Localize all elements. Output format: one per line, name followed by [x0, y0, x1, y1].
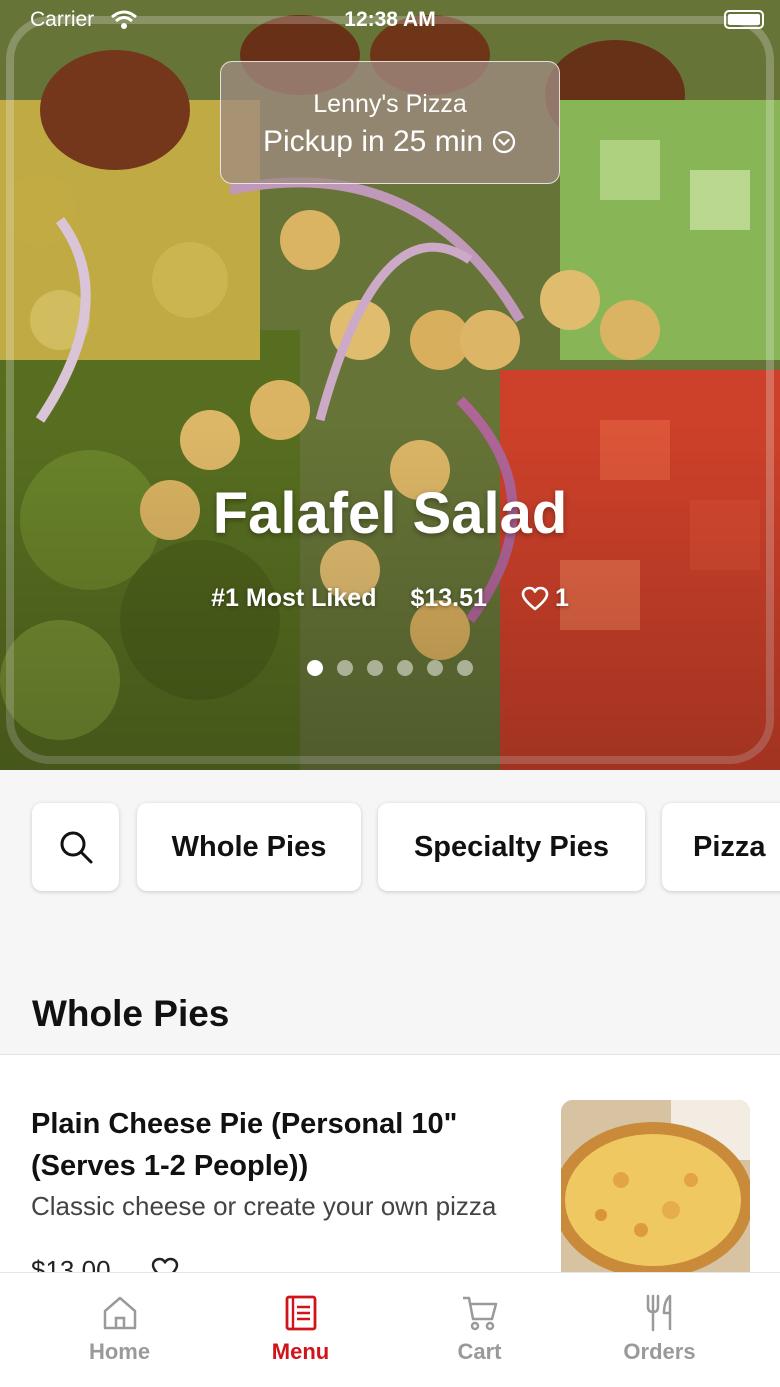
- featured-price: $13.51: [410, 584, 487, 612]
- featured-dish-meta: #1 Most Liked $13.51 1: [0, 584, 780, 613]
- search-button[interactable]: [32, 803, 119, 891]
- menu-item-photo: [561, 1100, 750, 1290]
- home-icon: [103, 1296, 136, 1330]
- section-title: Whole Pies: [32, 993, 230, 1034]
- status-bar: Carrier 12:38 AM: [0, 0, 780, 40]
- carousel-dot[interactable]: [337, 660, 353, 676]
- tab-orders[interactable]: Orders: [562, 1273, 757, 1387]
- carousel-dot[interactable]: [367, 660, 383, 676]
- tab-cart[interactable]: Cart: [382, 1273, 577, 1387]
- hero-banner[interactable]: Carrier 12:38 AM Lenny's Pizza Pickup in…: [0, 0, 780, 770]
- category-chip-pizza[interactable]: Pizza: [662, 803, 780, 891]
- tab-home-label: Home: [88, 1339, 151, 1364]
- cart-icon: [462, 1296, 497, 1331]
- tab-cart-label: Cart: [457, 1339, 502, 1364]
- menu-item-description: Classic cheese or create your own pizza: [31, 1191, 497, 1221]
- featured-dish-title: Falafel Salad: [212, 481, 568, 546]
- carousel-dots[interactable]: [0, 660, 780, 676]
- chevron-down-circle-icon: [492, 130, 516, 154]
- tab-home[interactable]: Home: [22, 1273, 217, 1387]
- pickup-selector[interactable]: Lenny's Pizza Pickup in 25 min: [220, 61, 560, 184]
- tab-menu-label: Menu: [271, 1339, 330, 1364]
- like-count: 1: [554, 584, 569, 612]
- carousel-dot[interactable]: [397, 660, 413, 676]
- pickup-eta: Pickup in 25 min: [263, 125, 517, 159]
- pizza-image: [561, 1100, 750, 1290]
- fork-knife-icon: [646, 1294, 671, 1332]
- category-chip-whole-pies[interactable]: Whole Pies: [137, 803, 361, 891]
- rank-label: #1 Most Liked: [211, 584, 377, 612]
- carousel-dot[interactable]: [427, 660, 443, 676]
- store-name: Lenny's Pizza: [313, 90, 467, 118]
- like-counter[interactable]: 1: [521, 584, 569, 613]
- tab-menu[interactable]: Menu: [203, 1273, 398, 1387]
- carousel-dot[interactable]: [307, 660, 323, 676]
- menu-item-card[interactable]: Plain Cheese Pie (Personal 10" (Serves 1…: [0, 1055, 780, 1290]
- bottom-tab-bar: Home Menu Cart Orders: [0, 1272, 780, 1387]
- category-chips: Whole Pies Specialty Pies Pizza: [0, 800, 780, 895]
- menu-icon: [285, 1295, 316, 1331]
- search-icon: [60, 831, 92, 864]
- category-chip-specialty-pies[interactable]: Specialty Pies: [378, 803, 645, 891]
- pickup-eta-label: Pickup in 25 min: [262, 125, 484, 158]
- heart-icon: [521, 586, 549, 610]
- app-screen: Carrier 12:38 AM Lenny's Pizza Pickup in…: [0, 0, 780, 1387]
- status-time: 12:38 AM: [344, 8, 436, 31]
- carousel-dot[interactable]: [457, 660, 473, 676]
- battery-icon: [724, 10, 764, 29]
- menu-item-name: Plain Cheese Pie (Personal 10" (Serves 1…: [31, 1108, 458, 1182]
- tab-orders-label: Orders: [623, 1339, 696, 1364]
